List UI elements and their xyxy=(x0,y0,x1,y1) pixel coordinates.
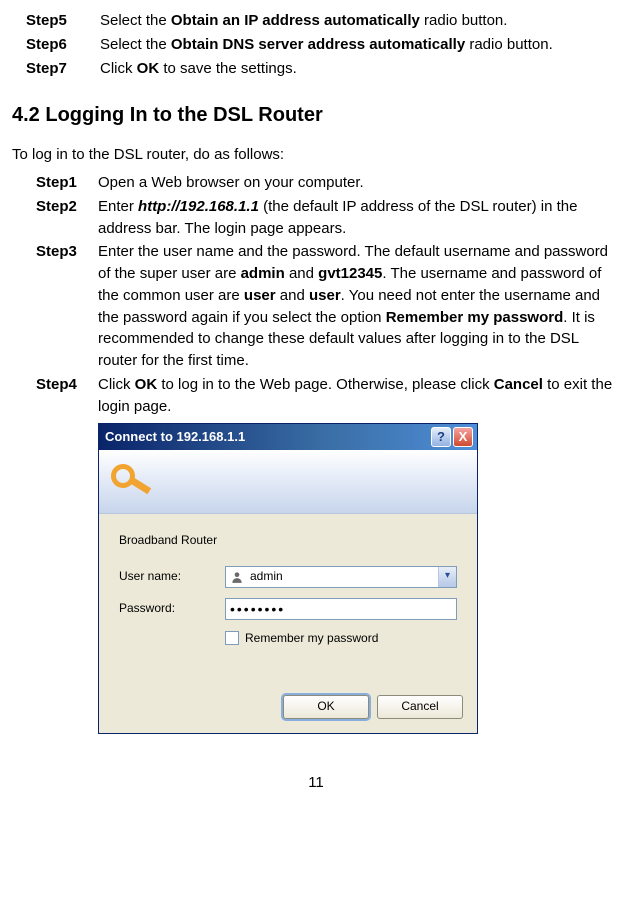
button-label: OK xyxy=(317,698,334,715)
pre-step-6: Step6 Select the Obtain DNS server addre… xyxy=(12,34,620,56)
step-text: Click OK to save the settings. xyxy=(100,58,620,80)
titlebar: Connect to 192.168.1.1 ? X xyxy=(99,424,477,450)
chevron-down-icon[interactable]: ▾ xyxy=(438,567,456,587)
step-1: Step1 Open a Web browser on your compute… xyxy=(12,172,620,194)
text: Click xyxy=(98,376,135,393)
text: Click xyxy=(100,60,137,77)
dialog-screenshot: Connect to 192.168.1.1 ? X Broadband Rou… xyxy=(12,423,620,734)
username-value: admin xyxy=(250,568,438,585)
text: Enter xyxy=(98,198,138,215)
step-label: Step4 xyxy=(36,374,98,418)
bold-text: user xyxy=(244,287,276,304)
text: and xyxy=(276,287,309,304)
bold-text: OK xyxy=(135,376,158,393)
step-text: Enter the user name and the password. Th… xyxy=(98,241,620,372)
step-label: Step3 xyxy=(36,241,98,372)
text: Select the xyxy=(100,12,171,29)
button-label: Cancel xyxy=(401,698,438,715)
help-button[interactable]: ? xyxy=(431,427,451,447)
ok-button[interactable]: OK xyxy=(283,695,369,719)
dialog-banner xyxy=(99,450,477,514)
bold-text: Remember my password xyxy=(386,309,564,326)
bold-text: OK xyxy=(137,60,160,77)
step-label: Step1 xyxy=(36,172,98,194)
cancel-button[interactable]: Cancel xyxy=(377,695,463,719)
text: to save the settings. xyxy=(159,60,297,77)
password-input[interactable] xyxy=(225,598,457,620)
step-3: Step3 Enter the user name and the passwo… xyxy=(12,241,620,372)
text: Select the xyxy=(100,36,171,53)
username-combo[interactable]: admin ▾ xyxy=(225,566,457,588)
close-icon: X xyxy=(459,428,468,447)
remember-checkbox[interactable] xyxy=(225,631,239,645)
step-text: Enter http://192.168.1.1 (the default IP… xyxy=(98,196,620,240)
help-icon: ? xyxy=(437,428,445,447)
dialog-body: Broadband Router User name: admin ▾ Pass… xyxy=(99,514,477,685)
step-text: Select the Obtain DNS server address aut… xyxy=(100,34,620,56)
step-text: Select the Obtain an IP address automati… xyxy=(100,10,620,32)
router-label: Broadband Router xyxy=(119,532,457,549)
bold-text: gvt12345 xyxy=(318,265,382,282)
bold-text: Obtain an IP address automatically xyxy=(171,12,420,29)
text: radio button. xyxy=(420,12,508,29)
close-button[interactable]: X xyxy=(453,427,473,447)
login-dialog: Connect to 192.168.1.1 ? X Broadband Rou… xyxy=(98,423,478,734)
step-4: Step4 Click OK to log in to the Web page… xyxy=(12,374,620,418)
page-number: 11 xyxy=(12,772,620,794)
dialog-buttons: OK Cancel xyxy=(99,685,477,733)
pre-step-7: Step7 Click OK to save the settings. xyxy=(12,58,620,80)
bold-text: Obtain DNS server address automatically xyxy=(171,36,465,53)
username-label: User name: xyxy=(119,568,225,585)
person-icon xyxy=(230,570,244,584)
key-icon xyxy=(111,462,151,502)
password-label: Password: xyxy=(119,600,225,617)
step-label: Step7 xyxy=(26,58,100,80)
step-label: Step5 xyxy=(26,10,100,32)
intro-text: To log in to the DSL router, do as follo… xyxy=(12,144,620,166)
username-row: User name: admin ▾ xyxy=(119,566,457,588)
pre-step-5: Step5 Select the Obtain an IP address au… xyxy=(12,10,620,32)
bold-text: user xyxy=(309,287,341,304)
bold-text: Cancel xyxy=(494,376,543,393)
text: and xyxy=(285,265,318,282)
bold-text: admin xyxy=(241,265,285,282)
dialog-title: Connect to 192.168.1.1 xyxy=(105,428,429,447)
step-label: Step6 xyxy=(26,34,100,56)
remember-label: Remember my password xyxy=(245,630,378,647)
section-heading: 4.2 Logging In to the DSL Router xyxy=(12,101,620,130)
step-text: Open a Web browser on your computer. xyxy=(98,172,620,194)
text: radio button. xyxy=(465,36,553,53)
text: to log in to the Web page. Otherwise, pl… xyxy=(157,376,494,393)
password-row: Password: xyxy=(119,598,457,620)
url-text: http://192.168.1.1 xyxy=(138,198,259,215)
step-2: Step2 Enter http://192.168.1.1 (the defa… xyxy=(12,196,620,240)
remember-row: Remember my password xyxy=(119,630,457,647)
step-text: Click OK to log in to the Web page. Othe… xyxy=(98,374,620,418)
step-label: Step2 xyxy=(36,196,98,240)
